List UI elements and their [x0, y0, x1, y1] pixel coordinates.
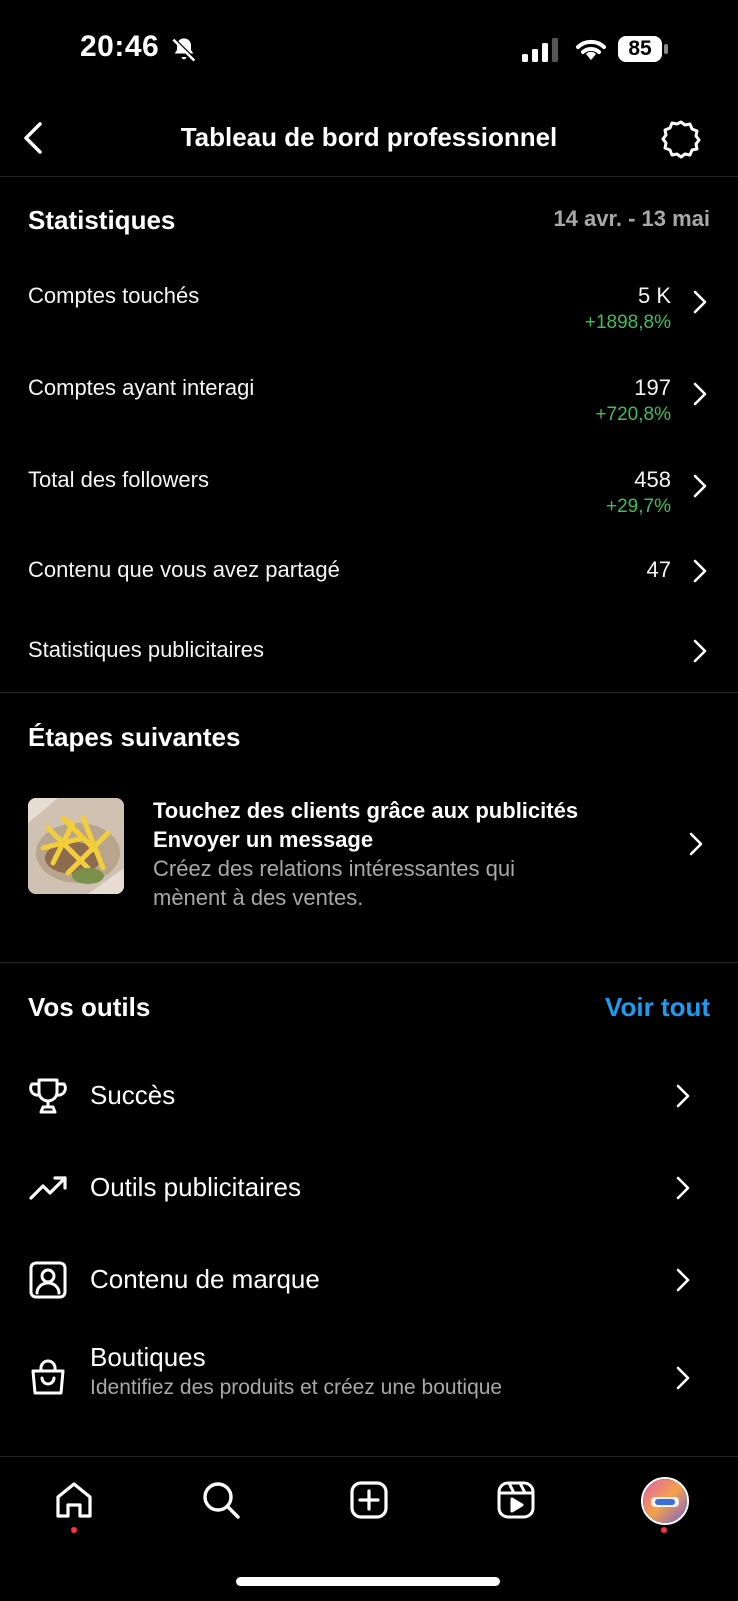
branded-content-icon: [28, 1260, 68, 1300]
next-step-card[interactable]: Touchez des clients grâce aux publicités…: [0, 790, 738, 920]
tool-item-branded-content[interactable]: Contenu de marque: [0, 1250, 738, 1310]
trending-up-icon: [28, 1168, 68, 1208]
battery-indicator: 85: [618, 36, 668, 62]
settings-gear-icon[interactable]: [661, 119, 701, 159]
chevron-right-icon: [686, 830, 706, 858]
stats-title: Statistiques: [28, 205, 176, 235]
search-icon[interactable]: [200, 1479, 242, 1521]
chevron-right-icon: [673, 1266, 693, 1294]
next-step-thumbnail: [28, 798, 124, 894]
tool-label: Succès: [90, 1080, 176, 1110]
header-divider: [0, 176, 738, 177]
stat-delta: +720,8%: [595, 404, 671, 425]
stat-row-accounts-reached[interactable]: Comptes touchés 5 K +1898,8%: [0, 270, 738, 340]
next-steps-title: Étapes suivantes: [28, 722, 241, 752]
chevron-right-icon: [690, 380, 710, 408]
stat-delta: +29,7%: [606, 496, 671, 517]
signal-icon: [522, 38, 560, 62]
wifi-icon: [574, 36, 608, 62]
profile-notification-dot: [661, 1527, 667, 1533]
chevron-right-icon: [690, 557, 710, 585]
trophy-icon: [28, 1076, 68, 1116]
home-icon[interactable]: [53, 1479, 95, 1521]
tool-label: Boutiques: [90, 1342, 206, 1372]
next-step-subtitle: Envoyer un message: [153, 827, 374, 852]
tool-item-ad-tools[interactable]: Outils publicitaires: [0, 1158, 738, 1218]
stats-date-range[interactable]: 14 avr. - 13 mai: [553, 206, 710, 232]
stat-value: 5 K: [637, 283, 671, 308]
tool-item-shops[interactable]: Boutiques Identifiez des produits et cré…: [0, 1340, 738, 1420]
stat-delta: +1898,8%: [584, 312, 671, 333]
stat-label: Comptes ayant interagi: [28, 375, 255, 400]
stat-value: 458: [634, 467, 671, 492]
section-divider: [0, 692, 738, 693]
shopping-bag-icon: [28, 1358, 68, 1398]
stat-label: Contenu que vous avez partagé: [28, 557, 340, 582]
stat-row-accounts-engaged[interactable]: Comptes ayant interagi 197 +720,8%: [0, 362, 738, 432]
section-divider: [0, 962, 738, 963]
see-all-link[interactable]: Voir tout: [605, 992, 710, 1023]
chevron-right-icon: [673, 1082, 693, 1110]
bell-muted-icon: [170, 36, 198, 64]
home-notification-dot: [71, 1527, 77, 1533]
tool-item-achievements[interactable]: Succès: [0, 1066, 738, 1126]
stat-value: 197: [634, 375, 671, 400]
reels-icon[interactable]: [495, 1479, 537, 1521]
tool-label: Outils publicitaires: [90, 1172, 301, 1202]
stat-row-ad-insights[interactable]: Statistiques publicitaires: [0, 626, 738, 676]
stat-label: Total des followers: [28, 467, 209, 492]
chevron-right-icon: [673, 1364, 693, 1392]
create-icon[interactable]: [348, 1479, 390, 1521]
chevron-right-icon: [690, 288, 710, 316]
profile-avatar[interactable]: [641, 1477, 689, 1525]
stat-label: Statistiques publicitaires: [28, 637, 265, 662]
stat-row-total-followers[interactable]: Total des followers 458 +29,7%: [0, 454, 738, 524]
page-title: Tableau de bord professionnel: [180, 122, 558, 152]
tool-label: Contenu de marque: [90, 1264, 320, 1294]
stat-row-content-shared[interactable]: Contenu que vous avez partagé 47: [0, 546, 738, 596]
tools-title: Vos outils: [28, 992, 151, 1022]
next-step-description-2: mènent à des ventes.: [153, 885, 364, 910]
home-indicator: [236, 1577, 500, 1586]
chevron-right-icon: [690, 637, 710, 665]
next-step-description: Créez des relations intéressantes qui: [153, 856, 515, 881]
stat-value: 47: [646, 557, 671, 582]
tool-sublabel: Identifiez des produits et créez une bou…: [90, 1376, 503, 1399]
status-time: 20:46: [80, 30, 160, 63]
chevron-right-icon: [673, 1174, 693, 1202]
stat-label: Comptes touchés: [28, 283, 200, 308]
next-step-title: Touchez des clients grâce aux publicités: [153, 798, 579, 823]
chevron-right-icon: [690, 472, 710, 500]
battery-level: 85: [628, 37, 652, 60]
